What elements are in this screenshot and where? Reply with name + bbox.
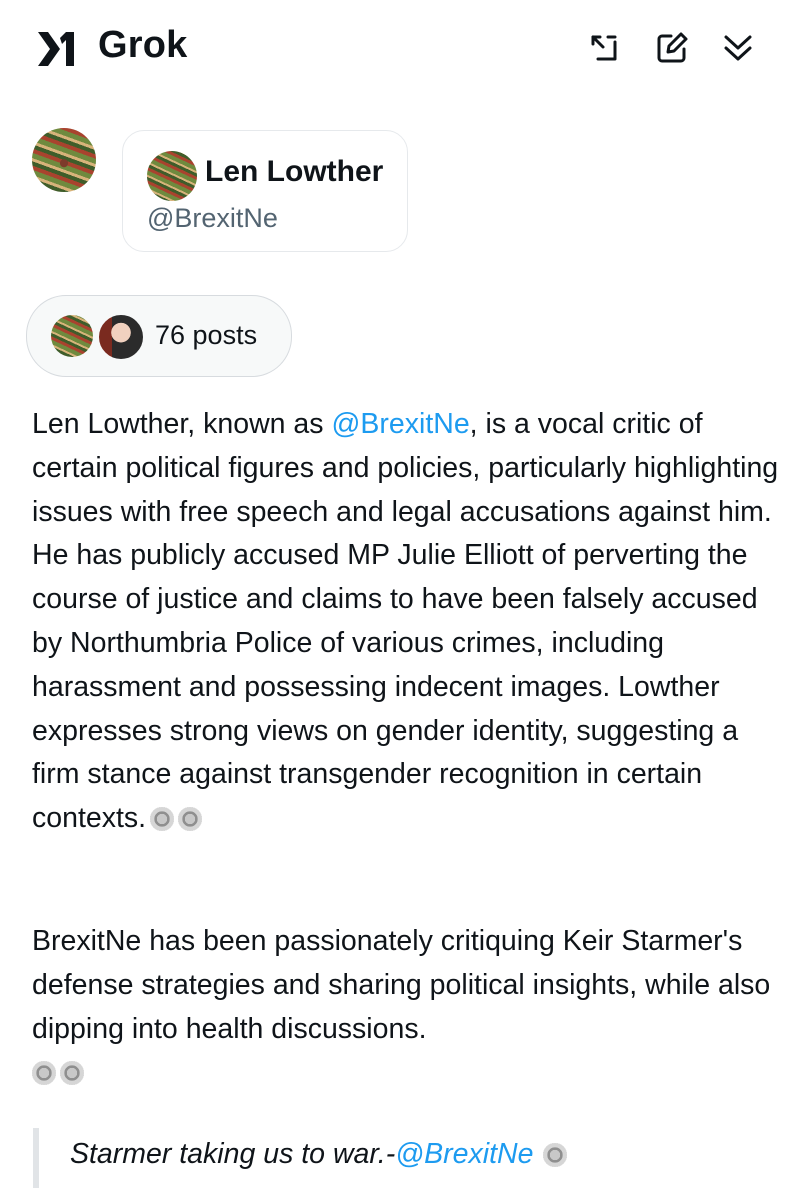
quote-text: Starmer taking us to war.- bbox=[70, 1138, 396, 1170]
expand-button[interactable] bbox=[584, 28, 624, 68]
summary-paragraph: BrexitNe has been passionately critiquin… bbox=[32, 920, 782, 1095]
post-avatar bbox=[97, 313, 145, 361]
collapse-button[interactable] bbox=[718, 28, 758, 68]
summary-text: , is a vocal critic of certain political… bbox=[32, 408, 779, 835]
posts-count-label: 76 posts bbox=[155, 320, 258, 350]
app-title: Grok bbox=[98, 24, 188, 66]
avatar[interactable] bbox=[32, 128, 96, 192]
x-ai-logo bbox=[36, 28, 78, 70]
posts-button[interactable]: 76 posts bbox=[26, 295, 292, 377]
grok-header: Grok bbox=[0, 0, 810, 96]
summary-paragraph: Len Lowther, known as @BrexitNe, is a vo… bbox=[32, 403, 780, 841]
quote: Starmer taking us to war.-@BrexitNe bbox=[70, 1138, 568, 1171]
mention-link[interactable]: @BrexitNe bbox=[395, 1138, 533, 1170]
expand-icon bbox=[591, 35, 617, 61]
post-avatar bbox=[51, 315, 93, 357]
new-chat-button[interactable] bbox=[652, 28, 692, 68]
profile-handle: @BrexitNe bbox=[147, 203, 278, 233]
profile-name: Len Lowther bbox=[205, 155, 384, 188]
collapse-icon bbox=[724, 35, 752, 61]
mention-link[interactable]: @BrexitNe bbox=[331, 408, 469, 440]
quote-bar bbox=[33, 1128, 39, 1188]
profile-card[interactable]: Len Lowther @BrexitNe bbox=[122, 130, 408, 252]
new-chat-icon bbox=[657, 32, 688, 63]
summary-text: BrexitNe has been passionately critiquin… bbox=[32, 925, 771, 1045]
citation-icon[interactable] bbox=[32, 1061, 56, 1086]
citation-icon[interactable] bbox=[543, 1143, 568, 1167]
profile-avatar bbox=[147, 151, 197, 201]
summary-text: Len Lowther, known as bbox=[32, 408, 332, 440]
citation-icon[interactable] bbox=[178, 807, 203, 832]
citation-icon[interactable] bbox=[150, 807, 175, 832]
citation-icon[interactable] bbox=[60, 1061, 84, 1086]
